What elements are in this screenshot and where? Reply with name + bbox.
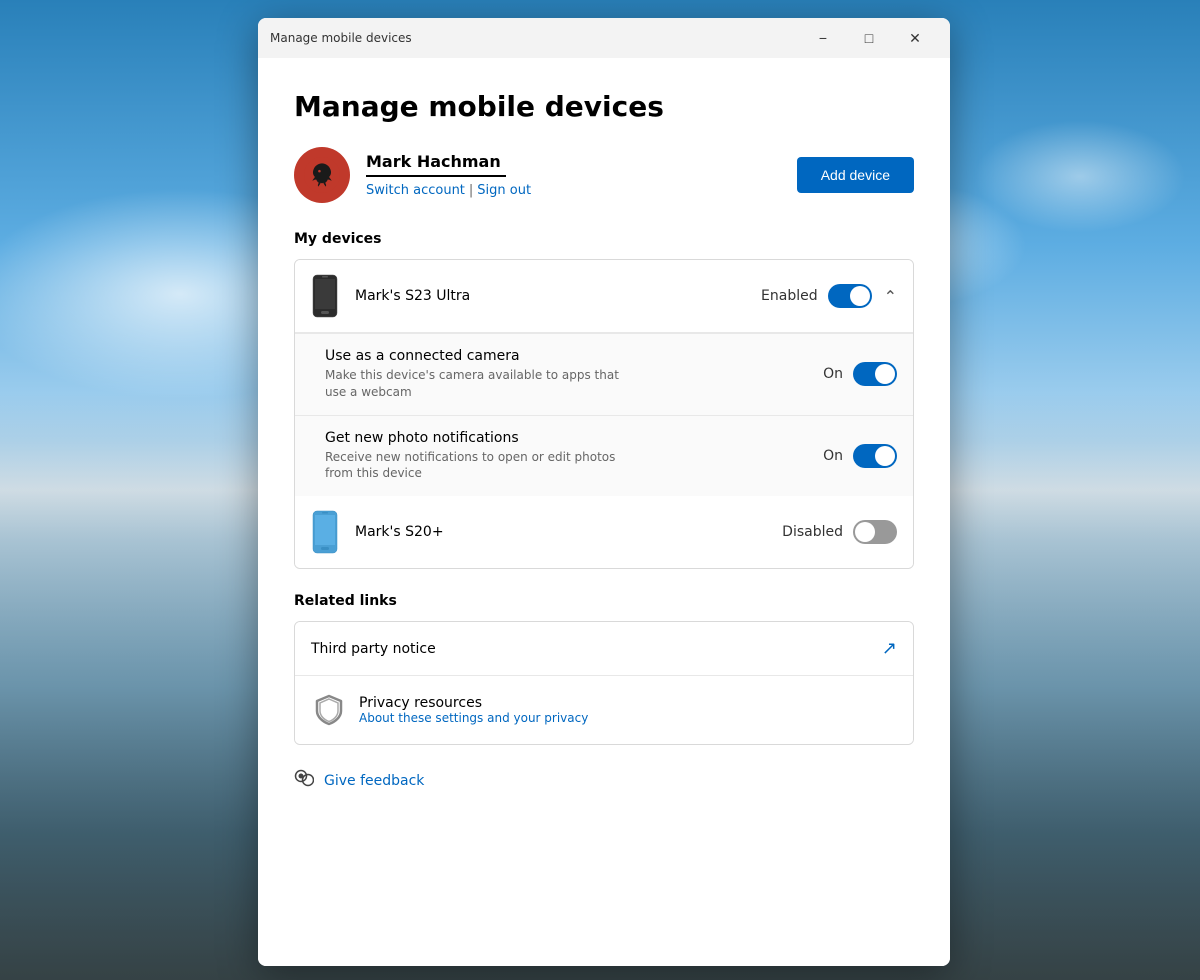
connected-camera-desc: Make this device's camera available to a… <box>325 367 625 401</box>
related-links-container: Third party notice ↗︎ Privacy resources <box>294 621 914 745</box>
toggle-track[interactable] <box>853 444 897 468</box>
connected-camera-status: On <box>823 366 843 382</box>
toggle-track[interactable] <box>828 284 872 308</box>
sign-out-link[interactable]: Sign out <box>477 183 531 198</box>
device-row-s20: Mark's S20+ Disabled <box>295 496 913 568</box>
photo-notifications-status: On <box>823 448 843 464</box>
device-s23-toggle[interactable] <box>828 284 872 308</box>
username: Mark Hachman <box>366 152 531 171</box>
devices-container: Mark's S23 Ultra Enabled ⌃ Use as a conn <box>294 259 914 569</box>
privacy-resources-text: Privacy resources About these settings a… <box>359 695 897 725</box>
related-links-section: Related links Third party notice ↗︎ <box>294 593 914 745</box>
feedback-row[interactable]: Give feedback <box>294 769 914 792</box>
content-area: Manage mobile devices Mark Hachman <box>258 58 950 966</box>
privacy-resources-title: Privacy resources <box>359 695 897 711</box>
toggle-thumb <box>875 446 895 466</box>
device-s23-name: Mark's S23 Ultra <box>355 288 761 304</box>
photo-notifications-info: Get new photo notifications Receive new … <box>325 430 823 483</box>
user-section: Mark Hachman Switch account | Sign out A… <box>294 147 914 203</box>
link-separator: | <box>469 183 473 198</box>
photo-notifications-row: Get new photo notifications Receive new … <box>295 415 913 497</box>
third-party-notice-title: Third party notice <box>311 641 882 657</box>
device-s23-sub-settings: Use as a connected camera Make this devi… <box>295 333 913 496</box>
device-row-s23-header: Mark's S23 Ultra Enabled ⌃ <box>295 260 913 333</box>
connected-camera-info: Use as a connected camera Make this devi… <box>325 348 823 401</box>
related-links-heading: Related links <box>294 593 914 609</box>
device-s20-toggle[interactable] <box>853 520 897 544</box>
toggle-track[interactable] <box>853 520 897 544</box>
device-row-s23: Mark's S23 Ultra Enabled ⌃ Use as a conn <box>295 260 913 496</box>
app-window: Manage mobile devices − □ ✕ Manage mobil… <box>258 18 950 966</box>
minimize-button[interactable]: − <box>800 22 846 54</box>
toggle-thumb <box>850 286 870 306</box>
avatar <box>294 147 350 203</box>
maximize-button[interactable]: □ <box>846 22 892 54</box>
user-info: Mark Hachman Switch account | Sign out <box>294 147 531 203</box>
feedback-label[interactable]: Give feedback <box>324 773 424 789</box>
chevron-up-icon[interactable]: ⌃ <box>884 287 897 306</box>
external-link-icon: ↗︎ <box>882 638 897 659</box>
close-button[interactable]: ✕ <box>892 22 938 54</box>
photo-notifications-title: Get new photo notifications <box>325 430 823 446</box>
page-title: Manage mobile devices <box>294 90 914 123</box>
device-s23-status: Enabled <box>761 288 818 304</box>
device-s20-status: Disabled <box>782 524 843 540</box>
photo-notifications-toggle[interactable] <box>853 444 897 468</box>
phone-dark-icon <box>311 274 339 318</box>
device-s20-name: Mark's S20+ <box>355 524 782 540</box>
feedback-icon <box>294 769 314 792</box>
privacy-resources-subtitle[interactable]: About these settings and your privacy <box>359 711 897 725</box>
add-device-button[interactable]: Add device <box>797 157 914 193</box>
phone-blue-icon <box>311 510 339 554</box>
privacy-resources-row[interactable]: Privacy resources About these settings a… <box>295 676 913 744</box>
user-links: Switch account | Sign out <box>366 183 531 198</box>
username-underline <box>366 175 506 177</box>
toggle-thumb <box>875 364 895 384</box>
titlebar: Manage mobile devices − □ ✕ <box>258 18 950 58</box>
switch-account-link[interactable]: Switch account <box>366 183 465 198</box>
toggle-thumb <box>855 522 875 542</box>
my-devices-heading: My devices <box>294 231 914 247</box>
shield-icon <box>311 692 347 728</box>
photo-notifications-desc: Receive new notifications to open or edi… <box>325 449 625 483</box>
titlebar-title: Manage mobile devices <box>270 31 412 45</box>
connected-camera-row: Use as a connected camera Make this devi… <box>295 333 913 415</box>
third-party-notice-row[interactable]: Third party notice ↗︎ <box>295 622 913 676</box>
titlebar-controls: − □ ✕ <box>800 22 938 54</box>
connected-camera-title: Use as a connected camera <box>325 348 823 364</box>
third-party-notice-text: Third party notice <box>311 641 882 657</box>
user-details: Mark Hachman Switch account | Sign out <box>366 152 531 198</box>
connected-camera-toggle[interactable] <box>853 362 897 386</box>
toggle-track[interactable] <box>853 362 897 386</box>
